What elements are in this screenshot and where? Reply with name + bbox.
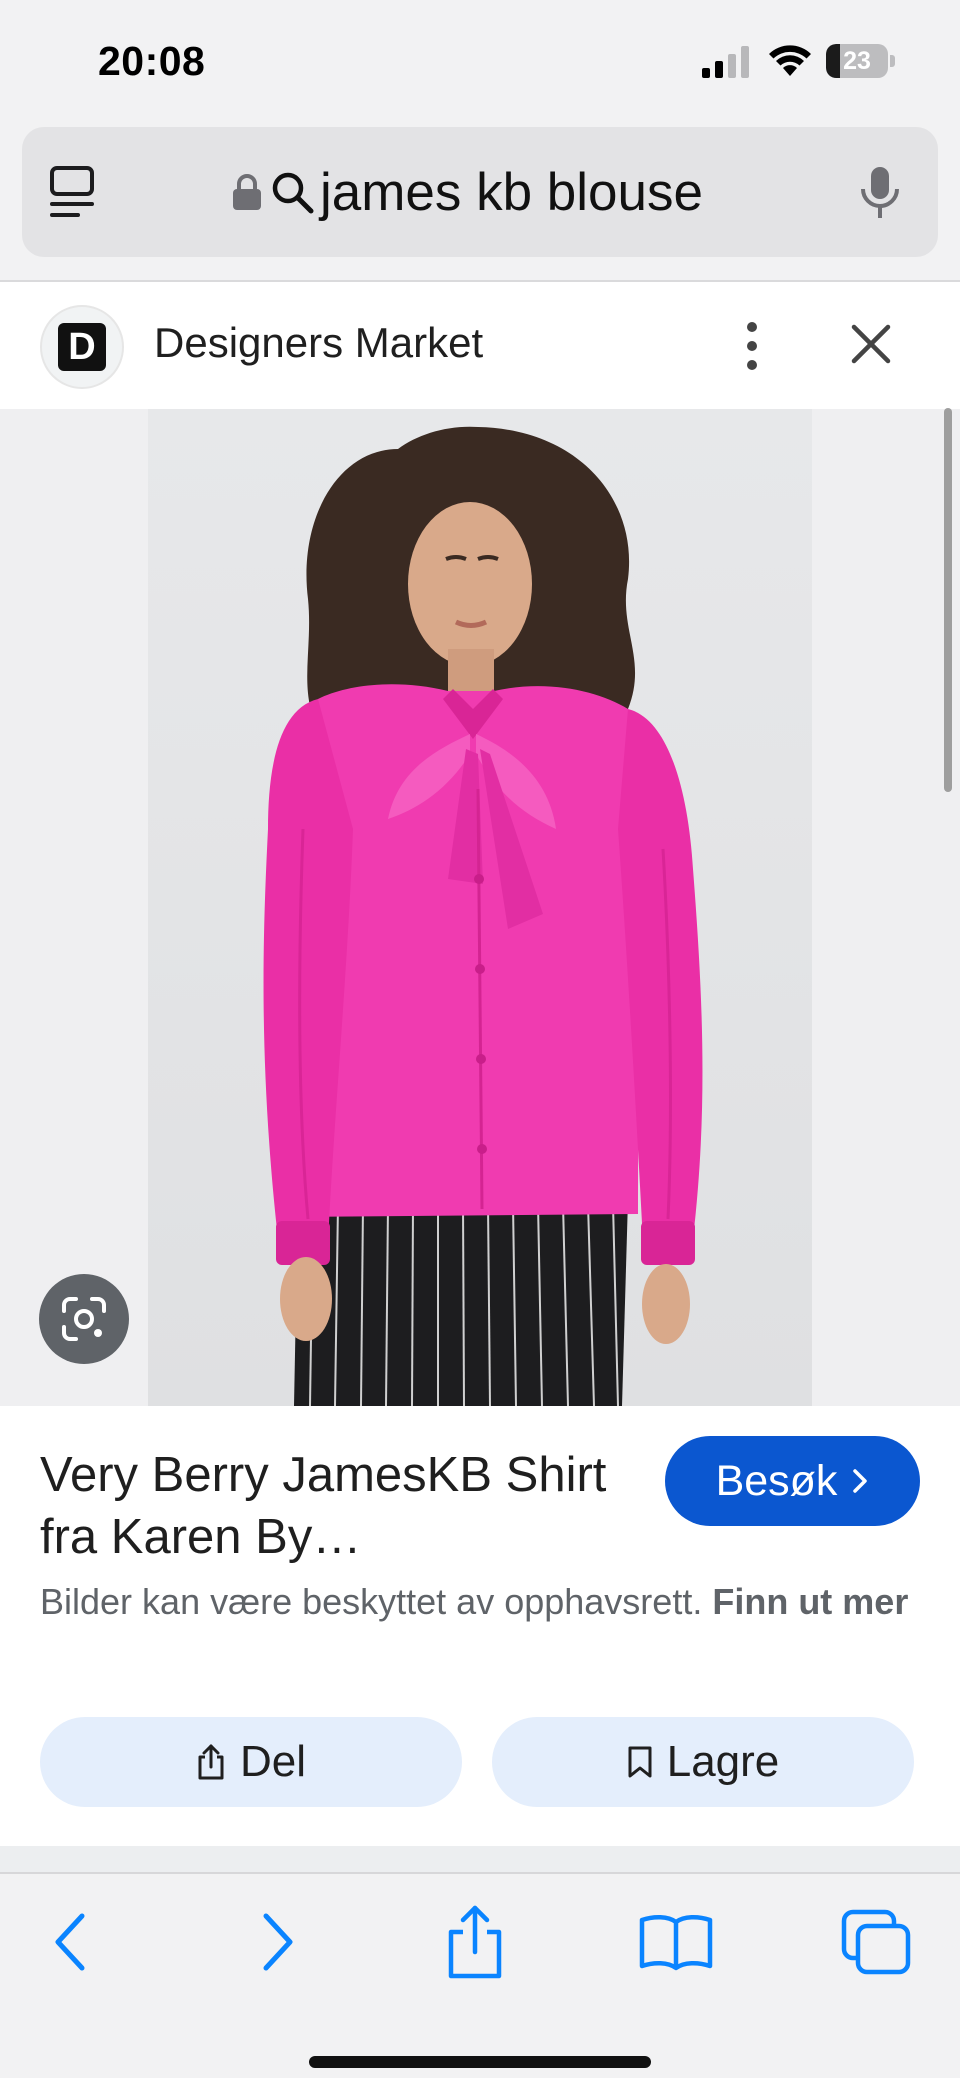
product-title[interactable]: Very Berry JamesKB Shirt fra Karen By…: [40, 1444, 620, 1568]
battery-percent: 23: [843, 47, 871, 75]
share-icon: [448, 1905, 502, 1979]
forward-icon: [263, 1913, 293, 1971]
forward-button[interactable]: [248, 1904, 308, 1980]
battery-cap: [890, 55, 895, 67]
site-logo: D: [40, 305, 124, 389]
back-button[interactable]: [40, 1904, 100, 1980]
product-image-area[interactable]: [0, 409, 960, 1406]
bookmark-icon: [628, 1746, 652, 1778]
wifi-icon: [769, 45, 811, 76]
chevron-right-icon: [853, 1469, 868, 1493]
copyright-notice: Bilder kan være beskyttet av opphavsrett…: [40, 1576, 920, 1628]
lock-icon: [233, 174, 261, 210]
scrollbar[interactable]: [944, 408, 952, 792]
address-bar[interactable]: james kb blouse: [22, 127, 938, 257]
model-illustration: [263, 426, 703, 1406]
visit-button[interactable]: Besøk: [665, 1436, 920, 1526]
learn-more-link[interactable]: Finn ut mer: [712, 1581, 908, 1622]
action-row: Del Lagre: [40, 1717, 920, 1807]
page-menu-icon[interactable]: [48, 165, 100, 219]
save-label: Lagre: [666, 1737, 780, 1786]
battery-icon: 23: [826, 44, 896, 78]
battery-body: 23: [826, 44, 888, 78]
copyright-text: Bilder kan være beskyttet av opphavsrett…: [40, 1581, 703, 1622]
cellular-signal-icon: [702, 46, 749, 78]
share-icon: [198, 1744, 224, 1780]
result-panel-header: D Designers Market: [0, 283, 960, 409]
microphone-icon[interactable]: [860, 165, 900, 221]
url-display[interactable]: james kb blouse: [232, 157, 703, 227]
home-indicator: [309, 2056, 651, 2068]
bookmarks-button[interactable]: [638, 1904, 714, 1980]
search-query: james kb blouse: [320, 162, 703, 222]
bookmarks-icon: [639, 1915, 713, 1971]
product-info: Very Berry JamesKB Shirt fra Karen By… B…: [0, 1406, 960, 1846]
search-icon: [272, 172, 314, 214]
site-logo-letter: D: [58, 323, 106, 371]
product-photo[interactable]: [148, 409, 812, 1406]
address-bar-area: james kb blouse: [0, 125, 960, 282]
share-button[interactable]: Del: [40, 1717, 462, 1807]
save-button[interactable]: Lagre: [492, 1717, 914, 1807]
status-bar: 20:08 23: [0, 0, 960, 125]
more-options-icon[interactable]: [736, 313, 768, 379]
lens-icon: [62, 1297, 106, 1341]
tabs-button[interactable]: [838, 1904, 914, 1980]
browser-toolbar: [0, 1872, 960, 2078]
close-icon[interactable]: [848, 321, 894, 367]
visual-search-button[interactable]: [39, 1274, 129, 1364]
tabs-icon: [841, 1909, 911, 1975]
back-icon: [55, 1913, 85, 1971]
share-label: Del: [239, 1737, 307, 1786]
share-page-button[interactable]: [440, 1904, 510, 1980]
section-divider: [0, 1846, 960, 1872]
site-name[interactable]: Designers Market: [154, 319, 483, 367]
status-time: 20:08: [98, 38, 206, 84]
visit-label: Besøk: [715, 1456, 838, 1505]
